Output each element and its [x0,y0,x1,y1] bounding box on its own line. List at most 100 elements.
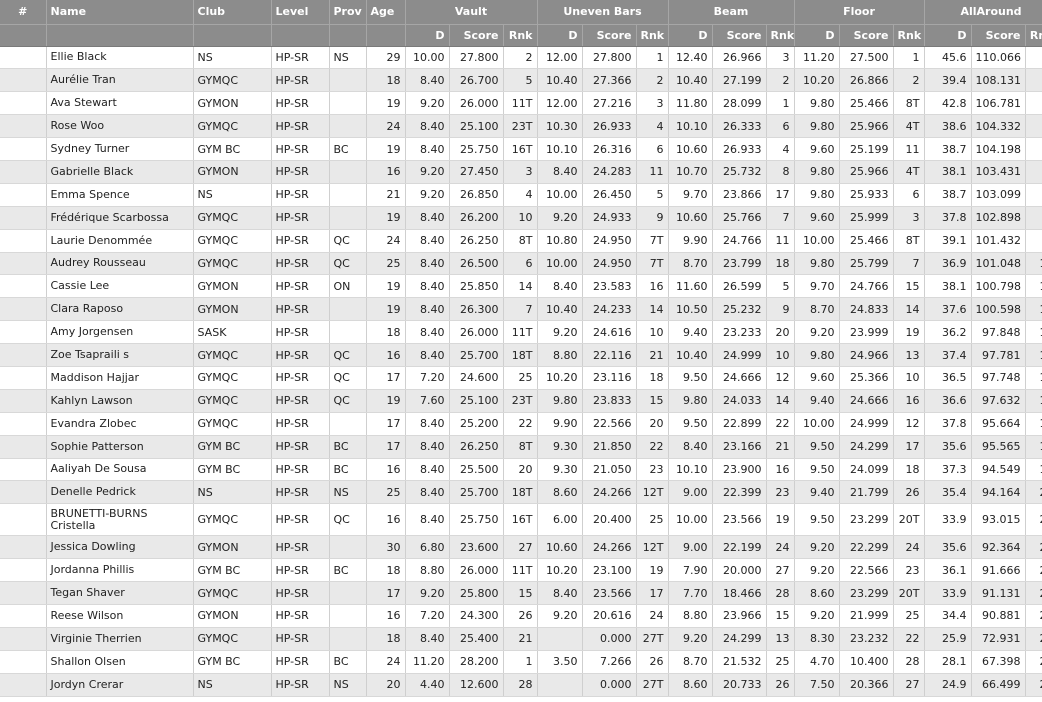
ub-score-cell: 24.233 [582,297,637,322]
col-age[interactable]: Age [366,0,406,25]
athlete-name: Amy Jorgensen [46,320,194,345]
level-cell: HP-SR [271,68,330,93]
vault-rank-cell: 27 [503,535,538,560]
aa-score-cell: 108.131 [971,68,1026,93]
row-index-cell [0,503,47,537]
floor-score-cell: 25.799 [839,252,894,276]
beam-d-header[interactable]: D [668,24,713,47]
ub-score-cell: 24.266 [582,480,637,505]
beam-rank-cell: 3 [766,46,795,70]
col-level[interactable]: Level [271,0,330,25]
col-rank-index[interactable]: # [0,0,47,25]
uneven-bars-rnk-header[interactable]: Rnk [636,24,669,47]
beam-d-cell: 9.50 [668,366,713,390]
col-club[interactable]: Club [193,0,272,25]
vault-score-cell: 26.200 [449,206,504,230]
aa-rank-cell: 28 [1025,673,1042,697]
beam-d-cell: 7.90 [668,558,713,583]
club-cell: SASK [193,320,272,345]
beam-rank-cell: 24 [766,535,795,560]
col-name[interactable]: Name [46,0,194,25]
beam-rank-cell: 6 [766,114,795,139]
vault-score-header[interactable]: Score [449,24,504,47]
vault-rank-cell: 5 [503,68,538,93]
beam-rnk-header[interactable]: Rnk [766,24,795,47]
results-body: Ellie Black NS HP-SR NS 29 10.00 27.800 2 12.00 2… [0,46,1042,697]
ub-rank-cell: 5 [636,183,669,207]
aa-score-cell: 103.099 [971,183,1026,207]
group-beam: Beam [668,0,795,25]
level-cell: HP-SR [271,297,330,322]
level-cell: HP-SR [271,46,330,70]
ub-rank-cell: 22 [636,435,669,459]
beam-score-header[interactable]: Score [712,24,767,47]
aa-d-cell: 42.8 [924,91,972,116]
beam-d-cell: 10.40 [668,343,713,367]
aa-d-cell: 38.1 [924,160,972,184]
allaround-rnk-header[interactable]: Rnk [1025,24,1042,47]
ub-rank-cell: 27T [636,673,669,697]
athlete-name: Virginie Therrien [46,627,194,651]
table-row: Jordanna Phillis GYM BC HP-SR BC 18 8.80 26.00… [0,558,1042,583]
vault-d-cell: 10.00 [405,46,450,70]
age-cell: 17 [366,412,406,436]
club-cell: GYM BC [193,435,272,459]
floor-rank-cell: 17 [893,435,925,459]
beam-rank-cell: 18 [766,252,795,276]
table-row: Zoe Tsapraili s GYMQC HP-SR QC 16 8.40 25.700 1… [0,343,1042,367]
vault-rnk-header[interactable]: Rnk [503,24,538,47]
vault-d-cell: 8.40 [405,114,450,139]
beam-d-cell: 10.10 [668,458,713,482]
beam-score-cell: 18.466 [712,581,767,605]
allaround-d-header[interactable]: D [924,24,972,47]
age-cell: 17 [366,435,406,459]
beam-d-cell: 10.60 [668,206,713,230]
level-cell: HP-SR [271,160,330,184]
club-cell: GYMON [193,91,272,116]
aa-score-cell: 90.881 [971,604,1026,628]
row-index-cell [0,252,47,276]
ub-rank-cell: 1 [636,46,669,70]
vault-rank-cell: 6 [503,252,538,276]
ub-score-cell: 26.450 [582,183,637,207]
beam-rank-cell: 27 [766,558,795,583]
table-row: Virginie Therrien GYMQC HP-SR 18 8.40 25.400 2… [0,627,1042,651]
vault-score-cell: 23.600 [449,535,504,560]
uneven-bars-d-header[interactable]: D [537,24,583,47]
vault-d-header[interactable]: D [405,24,450,47]
beam-score-cell: 20.000 [712,558,767,583]
aa-d-cell: 38.1 [924,274,972,299]
level-cell: HP-SR [271,558,330,583]
floor-d-header[interactable]: D [794,24,840,47]
floor-score-cell: 20.366 [839,673,894,697]
age-cell: 19 [366,297,406,322]
col-prov[interactable]: Prov [329,0,367,25]
floor-d-cell: 7.50 [794,673,840,697]
prov-cell: BC [329,137,367,161]
floor-d-cell: 9.80 [794,91,840,116]
allaround-score-header[interactable]: Score [971,24,1026,47]
row-index-cell [0,91,47,116]
aa-d-cell: 36.5 [924,366,972,390]
prov-cell [329,297,367,322]
table-row: Tegan Shaver GYMQC HP-SR 17 9.20 25.800 15 8.40… [0,581,1042,605]
prov-cell: BC [329,435,367,459]
age-cell: 16 [366,604,406,628]
floor-score-cell: 26.866 [839,68,894,93]
uneven-bars-score-header[interactable]: Score [582,24,637,47]
vault-rank-cell: 3 [503,160,538,184]
athlete-name: Jordanna Phillis [46,558,194,583]
aa-d-cell: 28.1 [924,650,972,674]
ub-rank-cell: 15 [636,389,669,413]
floor-d-cell: 8.30 [794,627,840,651]
beam-d-cell: 8.70 [668,252,713,276]
floor-d-cell: 9.50 [794,503,840,537]
ub-score-cell: 20.400 [582,503,637,537]
beam-rank-cell: 21 [766,435,795,459]
level-cell: HP-SR [271,274,330,299]
floor-d-cell: 9.60 [794,206,840,230]
floor-rnk-header[interactable]: Rnk [893,24,925,47]
floor-score-header[interactable]: Score [839,24,894,47]
aa-score-cell: 94.164 [971,480,1026,505]
beam-score-cell: 22.399 [712,480,767,505]
